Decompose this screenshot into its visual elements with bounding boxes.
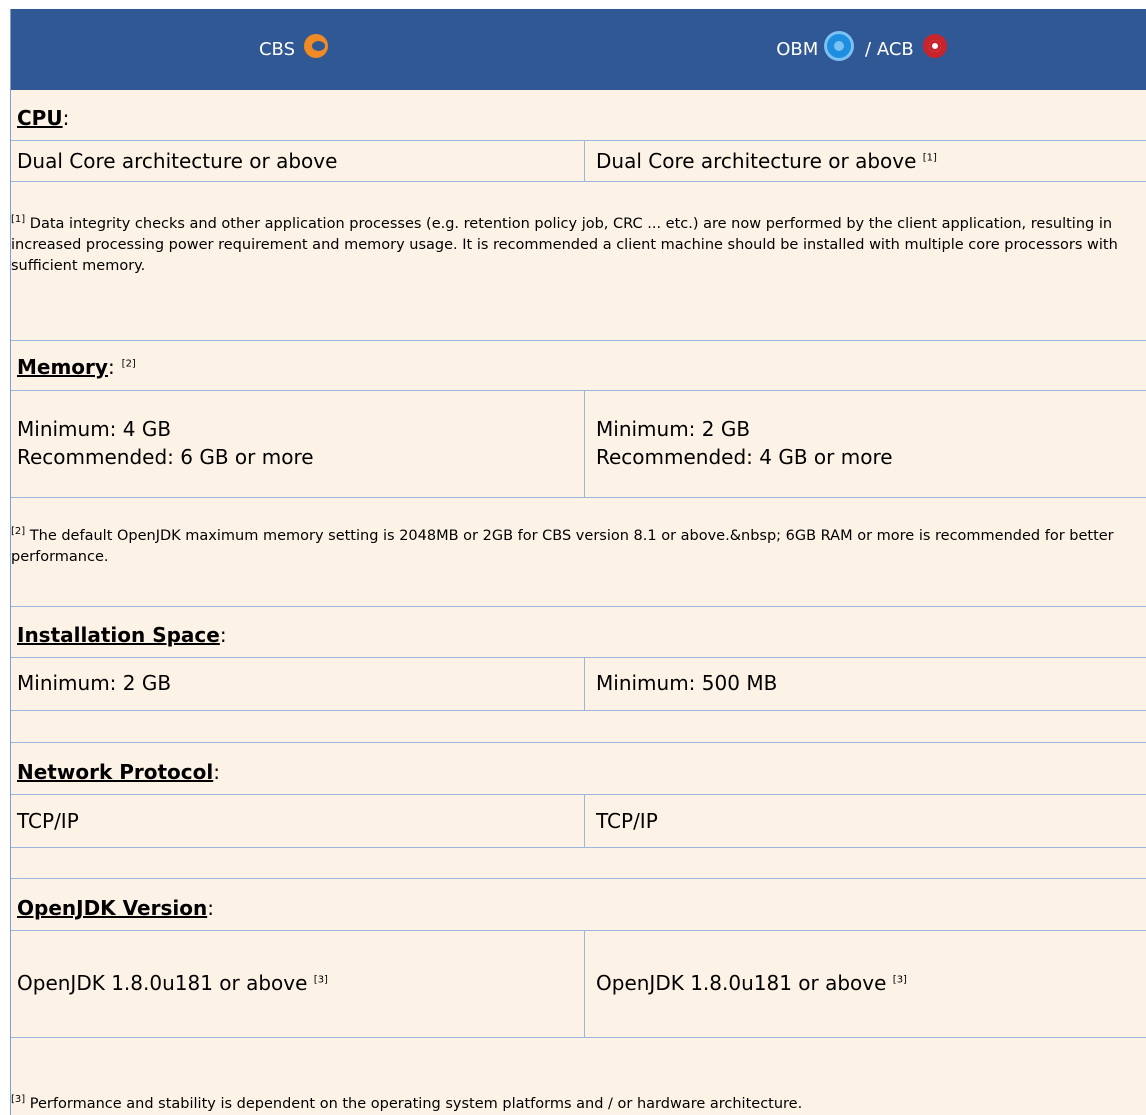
divider [11, 794, 1146, 795]
openjdk-title: OpenJDK Version: [17, 896, 214, 920]
network-title: Network Protocol: [17, 760, 220, 784]
footnote-ref-2: [2] [121, 358, 136, 370]
divider [11, 606, 1146, 607]
cpu-title: CPU: [17, 106, 70, 130]
footnote-3: [3] Performance and stability is depende… [11, 1094, 803, 1112]
divider [11, 181, 1146, 182]
column-divider [584, 140, 585, 181]
memory-cbs-value: Minimum: 4 GB Recommended: 6 GB or more [17, 417, 314, 469]
divider [11, 878, 1146, 879]
footnote-ref-3: [3] [892, 974, 907, 986]
footnote-ref-1: [1] [922, 152, 937, 164]
installation-title: Installation Space: [17, 623, 227, 647]
header-obm-acb: OBM / ACB [584, 9, 1146, 90]
footnote-1: [1] Data integrity checks and other appl… [11, 214, 1118, 274]
installation-cbs-value: Minimum: 2 GB [17, 671, 172, 695]
header-cbs-label: CBS [258, 39, 296, 60]
column-divider [584, 930, 585, 1037]
cpu-cbs-value: Dual Core architecture or above [17, 149, 338, 173]
divider [11, 657, 1146, 658]
openjdk-cbs-value: OpenJDK 1.8.0u181 or above [3] [17, 971, 328, 995]
divider [11, 930, 1146, 931]
divider [11, 340, 1146, 341]
header-acb-label: / ACB [859, 39, 914, 60]
column-divider [584, 390, 585, 497]
openjdk-obm-value: OpenJDK 1.8.0u181 or above [3] [596, 971, 907, 995]
installation-obm-value: Minimum: 500 MB [596, 671, 778, 695]
network-obm-value: TCP/IP [596, 809, 658, 833]
column-divider [584, 794, 585, 847]
divider [11, 847, 1146, 848]
column-divider [584, 657, 585, 710]
divider [11, 390, 1146, 391]
divider [11, 497, 1146, 498]
obm-logo-icon [827, 33, 852, 58]
divider [11, 140, 1146, 141]
header-cbs: CBS [11, 9, 584, 90]
cpu-obm-value: Dual Core architecture or above [1] [596, 149, 937, 173]
divider [11, 1037, 1146, 1038]
acb-logo-icon [922, 33, 947, 58]
header-obm-label: OBM [776, 39, 819, 60]
table-header: CBS OBM / ACB [11, 9, 1146, 90]
cbs-logo-icon [304, 33, 329, 58]
footnote-2: [2] The default OpenJDK maximum memory s… [11, 526, 1114, 565]
divider [11, 710, 1146, 711]
memory-obm-value: Minimum: 2 GB Recommended: 4 GB or more [596, 417, 893, 469]
requirements-table: CBS OBM / ACB CPU: Dual Core architectur… [10, 9, 1146, 1115]
footnote-ref-3: [3] [313, 974, 328, 986]
divider [11, 742, 1146, 743]
network-cbs-value: TCP/IP [17, 809, 79, 833]
memory-title: Memory: [2] [17, 355, 136, 379]
